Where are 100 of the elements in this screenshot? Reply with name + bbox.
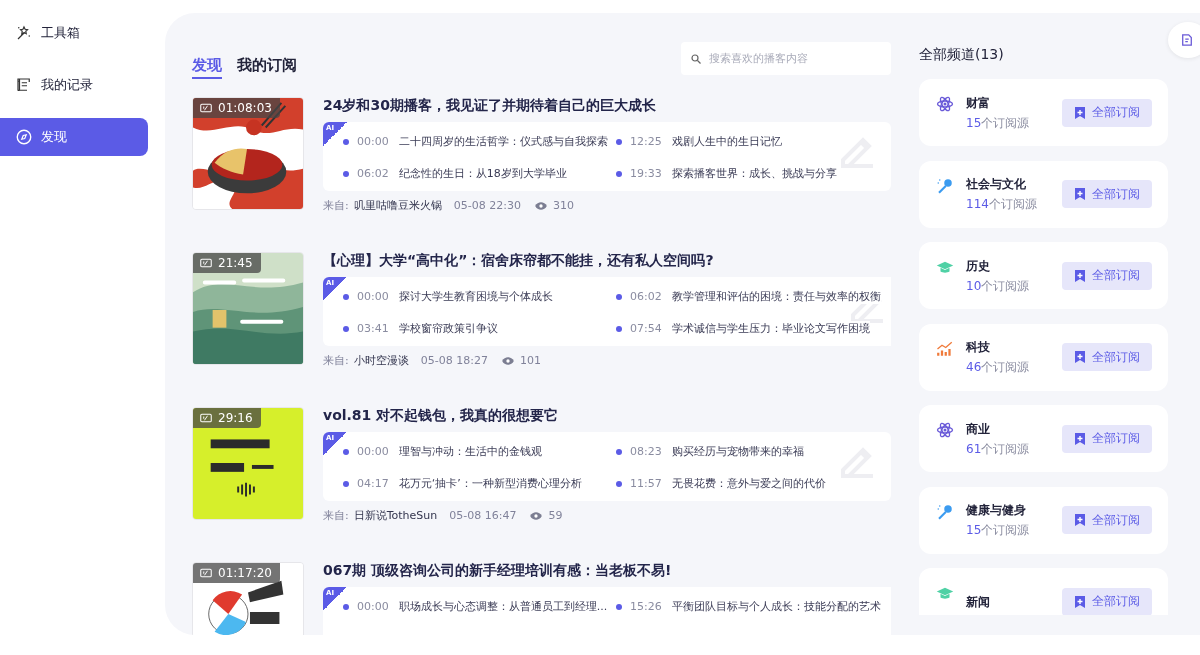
chapter-time[interactable]: 15:26 [630,600,662,613]
channel-card[interactable]: 社会与文化 114个订阅源 全部订阅 [919,160,1168,228]
subscribe-all-button[interactable]: 全部订阅 [1062,587,1152,615]
magic-wand-icon [15,24,33,42]
bullet-dot [616,480,622,487]
bookmark-plus-icon [1074,350,1086,364]
chapter-time[interactable]: 11:57 [630,477,662,490]
chapter-title: 探讨大学生教育困境与个体成长 [398,289,553,304]
episode-title[interactable]: 【心理】大学“高中化”：宿舍床帘都不能挂，还有私人空间吗? [323,251,891,277]
search-field[interactable]: 搜索喜欢的播客内容 [681,42,891,75]
tab[interactable]: 发现 [192,52,222,79]
duration-badge: 21:45 [193,253,261,273]
view-count: 101 [519,354,541,367]
source-count: 61个订阅源 [966,440,1031,458]
section-title: 全部频道(13) [919,46,1005,64]
channel-card[interactable]: 财富 15个订阅源 全部订阅 [919,79,1168,146]
chapter-time[interactable]: 00:00 [357,600,389,613]
duration-badge: 29:16 [193,408,261,428]
bullet-dot [343,603,349,610]
subscribe-all-button[interactable]: 全部订阅 [1062,261,1152,290]
bar-chart-icon [936,339,954,358]
bullet-dot [343,480,349,487]
chapter-title: 学校窗帘政策引争议 [398,321,498,336]
chapter-time[interactable]: 04:17 [357,477,389,490]
chapter-title: 探索播客世界：成长、挑战与分享 [671,166,837,181]
chapter-title: 平衡团队目标与个人成长：技能分配的艺术 [671,599,881,614]
compass-icon [15,128,33,146]
bullet-dot [616,293,622,300]
atom-icon [936,95,954,113]
chapter-title: 二十四周岁的生活哲学：仪式感与自我探索 [398,134,608,149]
episode-title[interactable]: 067期 顶级咨询公司的新手经理培训有感：当老板不易! [323,561,891,587]
chapter-time[interactable]: 12:25 [630,135,662,148]
source-label: 来自: [323,353,349,368]
bullet-dot [616,325,622,332]
bullet-dot [616,138,622,145]
sidebar-item[interactable]: 我的记录 [0,66,148,104]
episode-title[interactable]: 24岁和30期播客，我见证了并期待着自己的巨大成长 [323,96,891,122]
episode-title[interactable]: vol.81 对不起钱包，我真的很想要它 [323,406,891,432]
channel-card[interactable]: 新闻 全部订阅 [919,568,1168,615]
source-count: 15个订阅源 [966,522,1031,539]
bullet-dot [343,170,349,177]
scroll-icon [15,76,33,94]
publish-date: 05-08 16:47 [449,509,517,522]
chapter-title: 学术诚信与学生压力：毕业论文写作困境 [671,321,870,336]
chapter-time[interactable]: 19:33 [630,167,662,180]
channel-name: 社会与文化 [966,176,1027,193]
chapter-title: 理智与冲动：生活中的金钱观 [398,444,542,459]
chapter-time[interactable]: 03:41 [357,322,389,335]
channel-card[interactable]: 健康与健身 15个订阅源 全部订阅 [919,486,1168,554]
sidebar-item[interactable]: 工具箱 [0,14,148,52]
screen-icon [200,103,212,113]
eye-icon [533,200,548,211]
search-icon [690,53,702,65]
chapter-title: 教学管理和评估的困境：责任与效率的权衡 [671,289,881,304]
sidebar-item[interactable]: 发现 [0,118,148,156]
bookmark-plus-icon [1074,187,1086,201]
source-label: 来自: [323,198,349,213]
chapter-time[interactable]: 00:00 [357,290,389,303]
chapter-time[interactable]: 00:00 [357,135,389,148]
chapter-title: 购买经历与宠物带来的幸福 [671,444,804,459]
subscribe-all-button[interactable]: 全部订阅 [1062,180,1152,208]
floating-button[interactable] [1168,22,1200,58]
duration-badge: 01:08:03 [193,98,280,118]
podcast-name[interactable]: 叽里咕噜豆米火锅 [353,198,442,213]
channel-card[interactable]: 历史 10个订阅源 全部订阅 [919,242,1168,309]
bullet-dot [616,170,622,177]
chapter-title: 纪念性的生日：从18岁到大学毕业 [398,166,567,181]
source-count: 15个订阅源 [966,114,1031,132]
channel-name: 历史 [966,257,991,275]
microphone-icon [936,502,954,521]
view-count: 310 [552,199,574,212]
bullet-dot [343,448,349,455]
tab[interactable]: 我的订阅 [237,52,297,79]
subscribe-all-button[interactable]: 全部订阅 [1062,506,1152,534]
bullet-dot [343,138,349,145]
bookmark-plus-icon [1074,268,1086,283]
screen-icon [200,258,212,268]
channel-name: 科技 [966,339,991,356]
channel-card[interactable]: 商业 61个订阅源 全部订阅 [919,405,1168,472]
subscribe-all-button[interactable]: 全部订阅 [1062,343,1152,371]
eye-icon [529,510,544,521]
chapter-time[interactable]: 08:23 [630,445,662,458]
podcast-name[interactable]: 日新说TotheSun [353,508,438,523]
source-count: 10个订阅源 [966,277,1031,295]
channel-name: 财富 [966,94,991,112]
publish-date: 05-08 22:30 [453,199,521,212]
source-label: 来自: [323,508,349,523]
microphone-icon [936,176,954,195]
bookmark-plus-icon [1074,513,1086,527]
chapter-time[interactable]: 06:02 [357,167,389,180]
channel-card[interactable]: 科技 46个订阅源 全部订阅 [919,323,1168,391]
screen-icon [200,568,212,578]
subscribe-all-button[interactable]: 全部订阅 [1062,98,1152,127]
chapter-time[interactable]: 06:02 [630,290,662,303]
podcast-name[interactable]: 小时空漫谈 [353,353,409,368]
channel-name: 新闻 [966,593,991,611]
chapter-time[interactable]: 00:00 [357,445,389,458]
view-count: 59 [548,509,563,522]
chapter-time[interactable]: 07:54 [630,322,662,335]
subscribe-all-button[interactable]: 全部订阅 [1062,424,1152,453]
